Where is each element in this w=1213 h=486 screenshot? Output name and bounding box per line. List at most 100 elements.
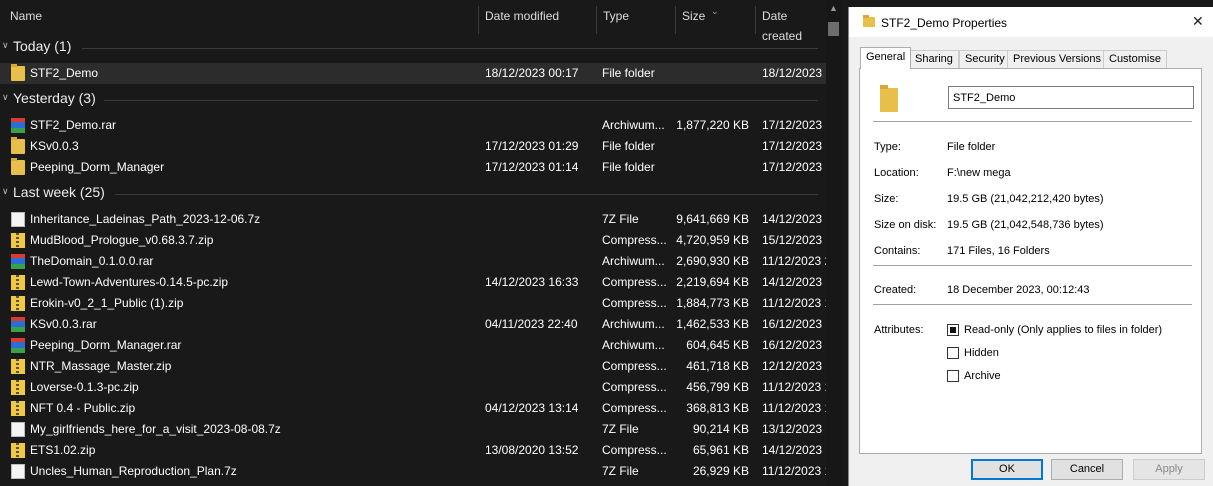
file-row[interactable]: NFT 0.4 - Public.zip 04/12/2023 13:14 Comp… xyxy=(0,398,826,419)
file-type: Archiwum... xyxy=(602,317,665,331)
zip-archive-icon xyxy=(11,275,25,290)
file-name: NFT 0.4 - Public.zip xyxy=(30,401,136,415)
dialog-title-bar: STF2_Demo Properties ✕ xyxy=(849,7,1213,37)
file-name: ETS1.02.zip xyxy=(30,443,96,457)
tab-sharing[interactable]: Sharing xyxy=(909,50,959,68)
date-created: 17/12/2023 ( xyxy=(762,139,826,153)
hidden-checkbox[interactable] xyxy=(947,347,959,359)
tab-customise[interactable]: Customise xyxy=(1103,50,1167,68)
file-name: Peeping_Dorm_Manager.rar xyxy=(30,338,182,352)
contains-label: Contains: xyxy=(874,245,921,257)
file-row[interactable]: KSv0.0.3 17/12/2023 01:29 File folder 17/12… xyxy=(0,136,826,157)
archive-checkbox[interactable] xyxy=(947,370,959,382)
vertical-scrollbar[interactable]: ▲ xyxy=(826,0,841,486)
file-row[interactable]: Erokin-v0_2_1_Public (1).zip Compress... 1… xyxy=(0,293,826,314)
zip-archive-icon xyxy=(11,380,25,395)
group-divider xyxy=(82,48,818,49)
file-name: KSv0.0.3.rar xyxy=(30,317,97,331)
contains-value: 171 Files, 16 Folders xyxy=(947,245,1050,257)
hidden-label[interactable]: Hidden xyxy=(964,347,999,359)
file-name: STF2_Demo.rar xyxy=(30,118,117,132)
file-row[interactable]: STF2_Demo.rar Archiwum... 1,877,220 KB 17/1… xyxy=(0,115,826,136)
properties-dialog: STF2_Demo Properties ✕ General Sharing S… xyxy=(848,7,1213,486)
date-created: 15/12/2023 ( xyxy=(762,233,826,247)
group-header[interactable]: ∨ Last week (25) xyxy=(0,184,826,204)
file-type: Archiwum... xyxy=(602,118,665,132)
file-row[interactable]: Uncles_Human_Reproduction_Plan.7z 7Z File… xyxy=(0,461,826,482)
read-only-label[interactable]: Read-only (Only applies to files in fold… xyxy=(964,324,1162,336)
file-type: File folder xyxy=(602,139,655,153)
date-modified: 17/12/2023 01:29 xyxy=(485,139,579,153)
file-row[interactable]: KSv0.0.3.rar 04/11/2023 22:40 Archiwum... 1… xyxy=(0,314,826,335)
tab-previous-versions[interactable]: Previous Versions xyxy=(1007,50,1108,68)
date-created: 18/12/2023 ( xyxy=(762,66,826,80)
read-only-checkbox[interactable] xyxy=(947,324,959,336)
file-icon xyxy=(11,212,25,227)
date-created: 14/12/2023 2 xyxy=(762,443,826,457)
location-label: Location: xyxy=(874,167,919,179)
file-row[interactable]: Lewd-Town-Adventures-0.14.5-pc.zip 14/12/… xyxy=(0,272,826,293)
zip-archive-icon xyxy=(11,233,25,248)
file-row[interactable]: MudBlood_Prologue_v0.68.3.7.zip Compress.… xyxy=(0,230,826,251)
scrollbar-thumb[interactable] xyxy=(828,22,839,36)
file-row[interactable]: Inheritance_Ladeinas_Path_2023-12-06.7z 7… xyxy=(0,209,826,230)
file-row[interactable]: ETS1.02.zip 13/08/2020 13:52 Compress... 65… xyxy=(0,440,826,461)
column-date-created[interactable]: Date created xyxy=(756,6,826,43)
date-created: 14/12/2023 ( xyxy=(762,212,826,226)
column-name[interactable]: Name xyxy=(4,6,42,30)
column-type[interactable]: Type xyxy=(597,6,629,30)
folder-icon xyxy=(11,64,25,81)
file-name: TheDomain_0.1.0.0.rar xyxy=(30,254,154,268)
chevron-down-icon[interactable]: ∨ xyxy=(2,93,10,102)
group-header[interactable]: ∨ Yesterday (3) xyxy=(0,90,826,110)
dialog-title: STF2_Demo Properties xyxy=(881,16,1008,30)
file-size: 368,813 KB xyxy=(686,401,749,415)
file-name: Loverse-0.1.3-pc.zip xyxy=(30,380,139,394)
file-size: 2,219,694 KB xyxy=(676,275,749,289)
column-date-modified[interactable]: Date modified xyxy=(479,6,559,30)
archive-label[interactable]: Archive xyxy=(964,370,1001,382)
file-type: Compress... xyxy=(602,275,667,289)
file-size: 9,641,669 KB xyxy=(676,212,749,226)
file-type: Archiwum... xyxy=(602,338,665,352)
tab-general[interactable]: General xyxy=(860,47,912,69)
date-created: 13/12/2023 1 xyxy=(762,422,826,436)
folder-icon xyxy=(11,137,25,154)
zip-archive-icon xyxy=(11,359,25,374)
cancel-button[interactable]: Cancel xyxy=(1051,459,1123,480)
tab-security[interactable]: Security xyxy=(959,50,1011,68)
file-row[interactable]: TheDomain_0.1.0.0.rar Archiwum... 2,690,93… xyxy=(0,251,826,272)
date-created: 16/12/2023 2 xyxy=(762,338,826,352)
file-row[interactable]: Peeping_Dorm_Manager 17/12/2023 01:14 File… xyxy=(0,157,826,178)
file-row[interactable]: My_girlfriends_here_for_a_visit_2023-08-… xyxy=(0,419,826,440)
scroll-up-arrow-icon[interactable]: ▲ xyxy=(829,3,838,13)
column-size[interactable]: Size xyxy=(676,6,705,30)
folder-name-field[interactable] xyxy=(948,86,1194,109)
folder-icon xyxy=(11,158,25,175)
file-row[interactable]: Peeping_Dorm_Manager.rar Archiwum... 604,6… xyxy=(0,335,826,356)
date-created: 16/12/2023 2 xyxy=(762,317,826,331)
close-icon[interactable]: ✕ xyxy=(1192,13,1204,30)
file-name: Inheritance_Ladeinas_Path_2023-12-06.7z xyxy=(30,212,261,226)
file-row[interactable]: Loverse-0.1.3-pc.zip Compress... 456,799 K… xyxy=(0,377,826,398)
file-type: 7Z File xyxy=(602,422,639,436)
file-type: Compress... xyxy=(602,443,667,457)
size-on-disk-value: 19.5 GB (21,042,548,736 bytes) xyxy=(947,219,1104,231)
file-type: Compress... xyxy=(602,401,667,415)
file-type: 7Z File xyxy=(602,212,639,226)
file-row[interactable]: STF2_Demo 18/12/2023 00:17 File folder 18/1… xyxy=(0,63,826,84)
apply-button[interactable]: Apply xyxy=(1133,459,1205,480)
ok-button[interactable]: OK xyxy=(971,459,1043,480)
file-name: MudBlood_Prologue_v0.68.3.7.zip xyxy=(30,233,214,247)
chevron-down-icon[interactable]: ∨ xyxy=(2,187,10,196)
folder-icon xyxy=(863,15,875,27)
group-header[interactable]: ∨ Today (1) xyxy=(0,38,826,58)
chevron-down-icon[interactable]: ∨ xyxy=(2,41,10,50)
date-created: 11/12/2023 2 xyxy=(762,254,826,268)
file-name: NTR_Massage_Master.zip xyxy=(30,359,172,373)
column-header: Name Date modified Type Size ⌄ Date crea… xyxy=(0,6,826,43)
file-size: 26,929 KB xyxy=(692,464,749,478)
file-row[interactable]: NTR_Massage_Master.zip Compress... 461,718… xyxy=(0,356,826,377)
location-value: F:\new mega xyxy=(947,167,1011,179)
type-value: File folder xyxy=(947,141,996,153)
